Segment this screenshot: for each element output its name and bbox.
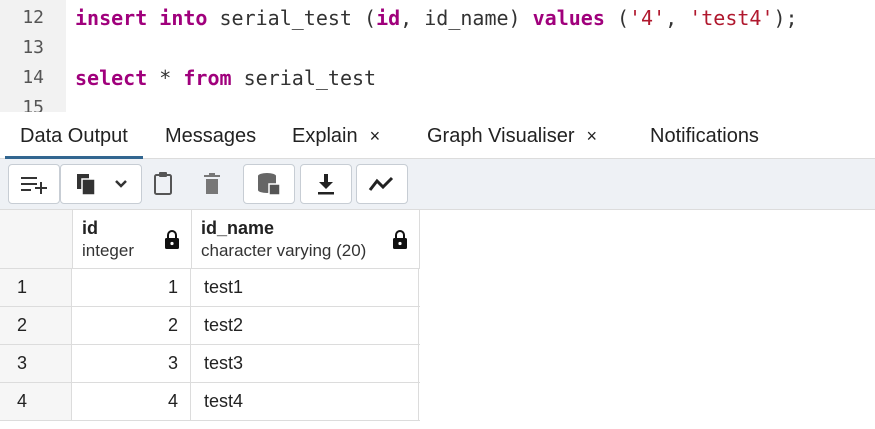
row-number[interactable]: 4 (0, 383, 72, 420)
tab-data-output[interactable]: Data Output (5, 114, 143, 159)
cell-id[interactable]: 1 (73, 269, 191, 306)
row-number[interactable]: 1 (0, 269, 72, 306)
line-number: 14 (22, 67, 44, 88)
sql-editor[interactable]: 12 insert into serial_test (id, id_name)… (0, 0, 875, 112)
tab-messages[interactable]: Messages (165, 114, 256, 158)
copy-icon (74, 171, 98, 197)
add-row-icon (19, 173, 49, 195)
graph-icon (368, 175, 396, 193)
column-header-id-name[interactable]: id_name character varying (20) (192, 210, 420, 268)
delete-button[interactable] (189, 164, 235, 204)
graph-button[interactable] (356, 164, 408, 204)
close-icon[interactable]: × (370, 126, 381, 146)
code-line[interactable]: 13 (0, 33, 875, 63)
header-row: id integer id_name character varying (20… (0, 210, 420, 269)
chevron-down-icon[interactable] (114, 179, 128, 189)
data-toolbar (0, 159, 875, 210)
tab-graph-visualiser[interactable]: Graph Visualiser × (427, 114, 597, 158)
add-row-button[interactable] (8, 164, 60, 204)
line-number: 13 (22, 37, 44, 58)
column-header-id[interactable]: id integer (73, 210, 192, 268)
download-icon (315, 172, 337, 196)
cell-id-name[interactable]: test4 (192, 383, 419, 420)
table-row[interactable]: 2 2 test2 (0, 307, 420, 345)
download-button[interactable] (300, 164, 352, 204)
code-line[interactable]: 14 select * from serial_test (0, 63, 875, 93)
row-number-header[interactable] (0, 210, 73, 268)
lock-icon (392, 230, 408, 255)
lock-icon (164, 230, 180, 255)
cell-id-name[interactable]: test1 (192, 269, 419, 306)
row-number[interactable]: 3 (0, 345, 72, 382)
cell-id-name[interactable]: test3 (192, 345, 419, 382)
delete-icon (202, 172, 222, 196)
code-text[interactable]: select * from serial_test (75, 63, 376, 93)
copy-button[interactable] (60, 164, 142, 204)
paste-icon (152, 171, 174, 197)
code-text[interactable]: insert into serial_test (id, id_name) va… (75, 3, 798, 33)
code-line[interactable]: 12 insert into serial_test (id, id_name)… (0, 3, 875, 33)
table-row[interactable]: 3 3 test3 (0, 345, 420, 383)
row-number[interactable]: 2 (0, 307, 72, 344)
line-number: 12 (22, 7, 44, 28)
tab-explain[interactable]: Explain × (292, 114, 380, 158)
cell-id[interactable]: 3 (73, 345, 191, 382)
tab-notifications[interactable]: Notifications (650, 114, 759, 158)
table-row[interactable]: 1 1 test1 (0, 269, 420, 307)
table-row[interactable]: 4 4 test4 (0, 383, 420, 421)
line-number: 15 (22, 97, 44, 112)
cell-id[interactable]: 2 (73, 307, 191, 344)
close-icon[interactable]: × (586, 126, 597, 146)
save-data-button[interactable] (243, 164, 295, 204)
cell-id[interactable]: 4 (73, 383, 191, 420)
cell-id-name[interactable]: test2 (192, 307, 419, 344)
code-line[interactable]: 15 (0, 93, 875, 112)
paste-button[interactable] (143, 164, 183, 204)
save-data-icon (256, 171, 282, 197)
result-tabs: Data Output Messages Explain × Graph Visu… (0, 114, 875, 159)
